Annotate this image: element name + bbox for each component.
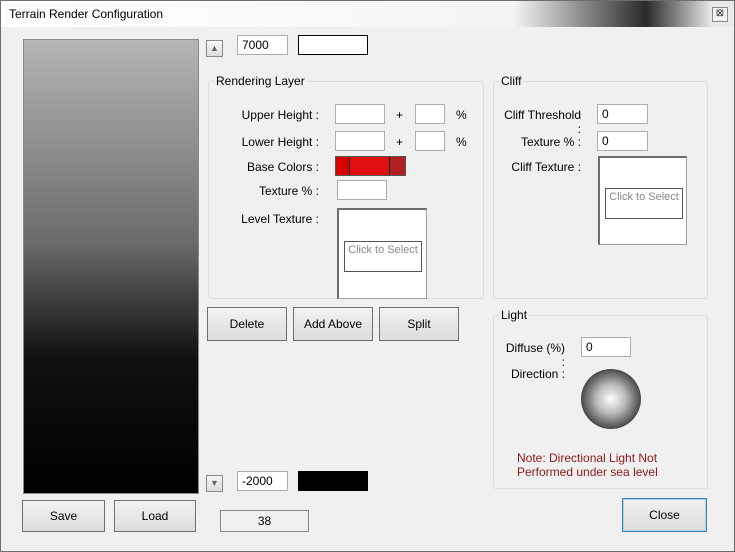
upper-plus-label: + xyxy=(396,108,404,122)
cliff-texture-percent-input[interactable]: 0 xyxy=(597,131,648,151)
lower-height-label: Lower Height : xyxy=(241,135,319,149)
height-gradient-preview[interactable] xyxy=(23,39,199,494)
close-button[interactable]: Close xyxy=(622,498,707,532)
layer-texture-percent-label: Texture % : xyxy=(258,184,319,198)
upper-percent-input[interactable] xyxy=(415,104,445,124)
light-title: Light xyxy=(499,308,530,322)
cliff-threshold-label: Cliff Threshold : xyxy=(504,108,581,136)
rendering-layer-title: Rendering Layer xyxy=(214,74,307,88)
upper-height-label: Upper Height : xyxy=(241,108,319,122)
cliff-threshold-input[interactable]: 0 xyxy=(597,104,648,124)
layer-texture-percent-input[interactable] xyxy=(337,180,387,200)
min-height-input[interactable]: -2000 xyxy=(237,471,288,491)
lower-plus-label: + xyxy=(396,135,404,149)
sea-level-note: Note: Directional Light Not Performed un… xyxy=(517,451,658,479)
window-title: Terrain Render Configuration xyxy=(9,7,164,21)
direction-label: Direction : xyxy=(510,367,565,381)
upper-height-input[interactable] xyxy=(335,104,385,124)
title-bar[interactable]: Terrain Render Configuration ⊠ xyxy=(1,1,734,27)
base-color-swatch[interactable] xyxy=(350,157,390,175)
level-texture-select-button[interactable]: Click to Select xyxy=(344,241,422,272)
base-colors-picker[interactable] xyxy=(335,156,406,176)
base-color-swatch[interactable] xyxy=(336,157,350,175)
diffuse-input[interactable]: 0 xyxy=(581,337,631,357)
level-texture-label: Level Texture : xyxy=(241,212,319,226)
cliff-texture-percent-label: Texture % : xyxy=(520,135,581,149)
lower-percent-input[interactable] xyxy=(415,131,445,151)
close-icon[interactable]: ⊠ xyxy=(712,7,728,22)
base-color-swatch[interactable] xyxy=(390,157,405,175)
move-down-arrow-icon[interactable]: ▼ xyxy=(206,475,223,492)
delete-layer-button[interactable]: Delete xyxy=(207,307,287,341)
light-direction-sphere[interactable] xyxy=(581,369,641,429)
layer-count-status: 38 xyxy=(220,510,309,532)
diffuse-label: Diffuse (%) : xyxy=(505,341,565,369)
lower-height-input[interactable] xyxy=(335,131,385,151)
upper-percent-label: % xyxy=(456,108,467,122)
split-layer-button[interactable]: Split xyxy=(379,307,459,341)
max-height-input[interactable]: 7000 xyxy=(237,35,288,55)
cliff-title: Cliff xyxy=(499,74,524,88)
add-above-button[interactable]: Add Above xyxy=(293,307,373,341)
load-button[interactable]: Load xyxy=(114,500,196,532)
move-up-arrow-icon[interactable]: ▲ xyxy=(206,40,223,57)
cliff-texture-select-button[interactable]: Click to Select xyxy=(605,188,683,219)
top-color-swatch[interactable] xyxy=(298,35,368,55)
lower-percent-label: % xyxy=(456,135,467,149)
bottom-color-swatch[interactable] xyxy=(298,471,368,491)
cliff-texture-label: Cliff Texture : xyxy=(511,160,581,174)
base-colors-label: Base Colors : xyxy=(246,160,319,174)
terrain-render-window: Terrain Render Configuration ⊠ ▲ 7000 Re… xyxy=(0,0,735,552)
save-button[interactable]: Save xyxy=(22,500,105,532)
